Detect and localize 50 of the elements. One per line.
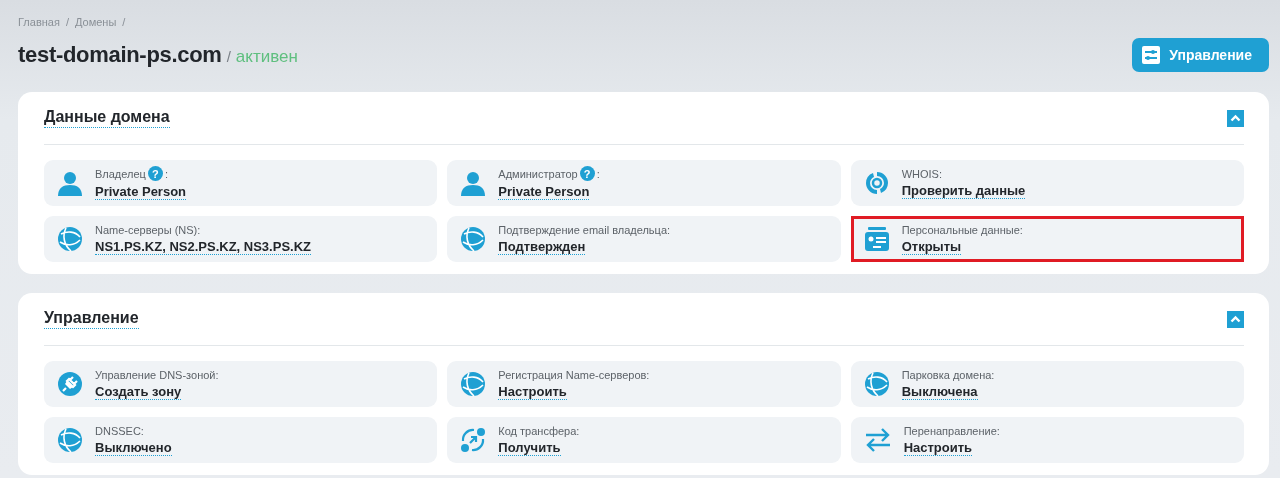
field-label: DNSSEC: — [95, 424, 144, 437]
swap-arrows-icon — [863, 427, 892, 453]
field-label: Администратор — [498, 167, 578, 180]
person-icon — [57, 170, 83, 196]
status-text: активен — [235, 47, 298, 67]
value-link[interactable]: Создать зону — [95, 383, 182, 400]
chevron-up-icon — [1230, 114, 1241, 122]
field-label: Управление DNS-зоной: — [95, 368, 219, 381]
field-label: Регистрация Name-серверов: — [498, 368, 650, 381]
value-link[interactable]: NS1.PS.KZ, NS2.PS.KZ, NS3.PS.KZ — [95, 238, 311, 255]
field-label: Name-серверы (NS): — [95, 223, 201, 236]
globe-icon — [863, 371, 890, 397]
sliders-icon — [1142, 46, 1161, 64]
value-link[interactable]: Настроить — [903, 439, 973, 456]
id-card-icon — [863, 227, 890, 251]
globe-icon — [57, 427, 83, 453]
globe-icon — [57, 226, 83, 252]
domain-title: test-domain-ps.com — [18, 42, 222, 68]
value-link[interactable]: Настроить — [498, 383, 567, 400]
field-label: Подтверждение email владельца: — [498, 223, 671, 236]
globe-icon — [460, 226, 487, 252]
value-link[interactable]: Открыты — [901, 238, 962, 255]
value-link[interactable]: Выключено — [95, 439, 172, 456]
transfer-icon — [460, 427, 487, 453]
value-link[interactable]: Выключена — [901, 383, 978, 400]
label-colon: : — [164, 167, 168, 180]
title-separator: / — [226, 48, 231, 65]
refresh-search-icon — [863, 170, 890, 196]
value-link[interactable]: Подтвержден — [498, 238, 586, 255]
collapse-button[interactable] — [1227, 109, 1244, 127]
value-link[interactable]: Проверить данные — [901, 182, 1026, 199]
label-colon: : — [596, 167, 600, 180]
field-label: Персональные данные: — [901, 223, 1023, 236]
field-label: Парковка домена: — [901, 368, 995, 381]
breadcrumb-separator: / — [122, 16, 126, 28]
field-label: Владелец — [95, 167, 146, 180]
section-title: Управление — [44, 309, 139, 329]
value-link[interactable]: Получить — [498, 439, 561, 456]
section-title: Данные домена — [44, 108, 170, 128]
plug-icon — [57, 371, 83, 397]
value-link[interactable]: Private Person — [95, 184, 187, 200]
field-label: WHOIS: — [901, 167, 942, 180]
field-label: Код трансфера: — [498, 424, 580, 437]
person-icon — [460, 170, 487, 196]
collapse-button[interactable] — [1227, 310, 1244, 328]
globe-icon — [460, 371, 487, 397]
chevron-up-icon — [1230, 315, 1241, 323]
field-label: Перенаправление: — [903, 424, 1000, 437]
value-link[interactable]: Private Person — [498, 184, 590, 200]
breadcrumb-separator: / — [65, 16, 69, 28]
